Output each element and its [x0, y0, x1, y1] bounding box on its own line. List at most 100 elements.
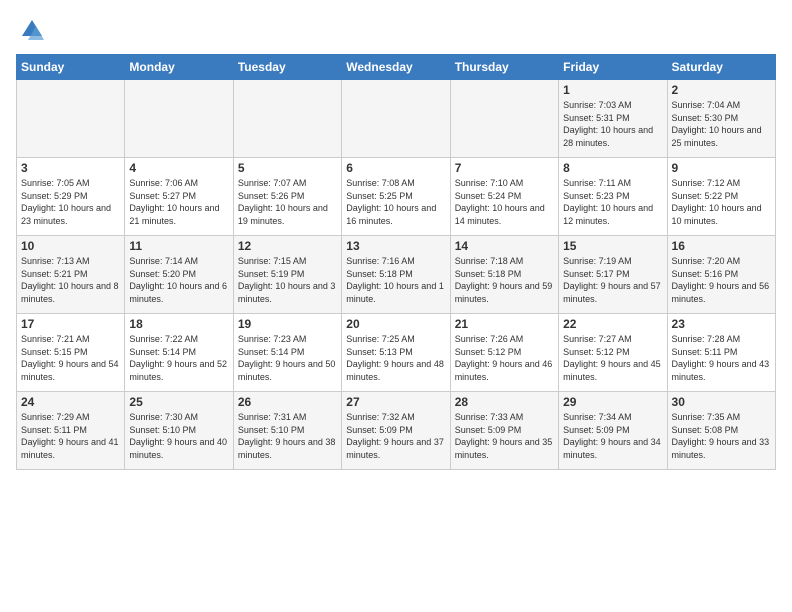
day-info: Sunrise: 7:35 AM Sunset: 5:08 PM Dayligh… [672, 411, 771, 461]
day-info: Sunrise: 7:25 AM Sunset: 5:13 PM Dayligh… [346, 333, 445, 383]
week-row-3: 17 Sunrise: 7:21 AM Sunset: 5:15 PM Dayli… [17, 314, 776, 392]
day-cell: 10 Sunrise: 7:13 AM Sunset: 5:21 PM Dayli… [17, 236, 125, 314]
day-number: 15 [563, 239, 662, 253]
day-cell: 21 Sunrise: 7:26 AM Sunset: 5:12 PM Dayli… [450, 314, 558, 392]
day-info: Sunrise: 7:27 AM Sunset: 5:12 PM Dayligh… [563, 333, 662, 383]
day-number: 11 [129, 239, 228, 253]
day-info: Sunrise: 7:34 AM Sunset: 5:09 PM Dayligh… [563, 411, 662, 461]
day-info: Sunrise: 7:32 AM Sunset: 5:09 PM Dayligh… [346, 411, 445, 461]
day-number: 21 [455, 317, 554, 331]
day-cell [17, 80, 125, 158]
day-info: Sunrise: 7:06 AM Sunset: 5:27 PM Dayligh… [129, 177, 228, 227]
day-number: 12 [238, 239, 337, 253]
header [16, 16, 776, 44]
week-row-4: 24 Sunrise: 7:29 AM Sunset: 5:11 PM Dayli… [17, 392, 776, 470]
day-info: Sunrise: 7:18 AM Sunset: 5:18 PM Dayligh… [455, 255, 554, 305]
day-cell [125, 80, 233, 158]
week-row-0: 1 Sunrise: 7:03 AM Sunset: 5:31 PM Daylig… [17, 80, 776, 158]
day-info: Sunrise: 7:08 AM Sunset: 5:25 PM Dayligh… [346, 177, 445, 227]
day-number: 20 [346, 317, 445, 331]
day-number: 25 [129, 395, 228, 409]
header-friday: Friday [559, 55, 667, 80]
day-cell: 16 Sunrise: 7:20 AM Sunset: 5:16 PM Dayli… [667, 236, 775, 314]
day-cell: 23 Sunrise: 7:28 AM Sunset: 5:11 PM Dayli… [667, 314, 775, 392]
day-number: 26 [238, 395, 337, 409]
day-cell: 29 Sunrise: 7:34 AM Sunset: 5:09 PM Dayli… [559, 392, 667, 470]
day-number: 14 [455, 239, 554, 253]
day-cell: 9 Sunrise: 7:12 AM Sunset: 5:22 PM Daylig… [667, 158, 775, 236]
week-row-1: 3 Sunrise: 7:05 AM Sunset: 5:29 PM Daylig… [17, 158, 776, 236]
day-cell: 5 Sunrise: 7:07 AM Sunset: 5:26 PM Daylig… [233, 158, 341, 236]
day-info: Sunrise: 7:16 AM Sunset: 5:18 PM Dayligh… [346, 255, 445, 305]
day-info: Sunrise: 7:28 AM Sunset: 5:11 PM Dayligh… [672, 333, 771, 383]
day-cell: 25 Sunrise: 7:30 AM Sunset: 5:10 PM Dayli… [125, 392, 233, 470]
day-number: 4 [129, 161, 228, 175]
day-info: Sunrise: 7:10 AM Sunset: 5:24 PM Dayligh… [455, 177, 554, 227]
day-info: Sunrise: 7:20 AM Sunset: 5:16 PM Dayligh… [672, 255, 771, 305]
header-tuesday: Tuesday [233, 55, 341, 80]
day-info: Sunrise: 7:30 AM Sunset: 5:10 PM Dayligh… [129, 411, 228, 461]
day-cell: 7 Sunrise: 7:10 AM Sunset: 5:24 PM Daylig… [450, 158, 558, 236]
day-info: Sunrise: 7:14 AM Sunset: 5:20 PM Dayligh… [129, 255, 228, 305]
day-number: 18 [129, 317, 228, 331]
day-cell: 1 Sunrise: 7:03 AM Sunset: 5:31 PM Daylig… [559, 80, 667, 158]
day-info: Sunrise: 7:31 AM Sunset: 5:10 PM Dayligh… [238, 411, 337, 461]
day-cell: 8 Sunrise: 7:11 AM Sunset: 5:23 PM Daylig… [559, 158, 667, 236]
day-cell [450, 80, 558, 158]
day-cell: 12Sunrise: 7:15 AM Sunset: 5:19 PM Dayli… [233, 236, 341, 314]
day-number: 3 [21, 161, 120, 175]
day-info: Sunrise: 7:26 AM Sunset: 5:12 PM Dayligh… [455, 333, 554, 383]
day-cell: 22 Sunrise: 7:27 AM Sunset: 5:12 PM Dayli… [559, 314, 667, 392]
day-info: Sunrise: 7:05 AM Sunset: 5:29 PM Dayligh… [21, 177, 120, 227]
week-row-2: 10 Sunrise: 7:13 AM Sunset: 5:21 PM Dayli… [17, 236, 776, 314]
header-thursday: Thursday [450, 55, 558, 80]
day-info: Sunrise: 7:21 AM Sunset: 5:15 PM Dayligh… [21, 333, 120, 383]
day-cell: 19Sunrise: 7:23 AM Sunset: 5:14 PM Dayli… [233, 314, 341, 392]
logo-icon [16, 16, 44, 44]
day-info: Sunrise: 7:33 AM Sunset: 5:09 PM Dayligh… [455, 411, 554, 461]
calendar-table: SundayMondayTuesdayWednesdayThursdayFrid… [16, 54, 776, 470]
day-number: 7 [455, 161, 554, 175]
day-cell: 15 Sunrise: 7:19 AM Sunset: 5:17 PM Dayli… [559, 236, 667, 314]
day-number: 13 [346, 239, 445, 253]
day-number: 19 [238, 317, 337, 331]
day-number: 30 [672, 395, 771, 409]
day-info: Sunrise: 7:11 AM Sunset: 5:23 PM Dayligh… [563, 177, 662, 227]
day-number: 23 [672, 317, 771, 331]
header-sunday: Sunday [17, 55, 125, 80]
day-info: Sunrise: 7:03 AM Sunset: 5:31 PM Dayligh… [563, 99, 662, 149]
day-cell: 6 Sunrise: 7:08 AM Sunset: 5:25 PM Daylig… [342, 158, 450, 236]
day-number: 16 [672, 239, 771, 253]
day-number: 10 [21, 239, 120, 253]
day-number: 2 [672, 83, 771, 97]
day-cell: 11 Sunrise: 7:14 AM Sunset: 5:20 PM Dayli… [125, 236, 233, 314]
day-number: 27 [346, 395, 445, 409]
day-cell: 27 Sunrise: 7:32 AM Sunset: 5:09 PM Dayli… [342, 392, 450, 470]
day-cell [233, 80, 341, 158]
day-number: 8 [563, 161, 662, 175]
day-number: 29 [563, 395, 662, 409]
header-saturday: Saturday [667, 55, 775, 80]
day-info: Sunrise: 7:22 AM Sunset: 5:14 PM Dayligh… [129, 333, 228, 383]
day-cell: 26 Sunrise: 7:31 AM Sunset: 5:10 PM Dayli… [233, 392, 341, 470]
day-cell: 28Sunrise: 7:33 AM Sunset: 5:09 PM Dayli… [450, 392, 558, 470]
day-number: 22 [563, 317, 662, 331]
day-info: Sunrise: 7:29 AM Sunset: 5:11 PM Dayligh… [21, 411, 120, 461]
day-cell: 18 Sunrise: 7:22 AM Sunset: 5:14 PM Dayli… [125, 314, 233, 392]
day-info: Sunrise: 7:12 AM Sunset: 5:22 PM Dayligh… [672, 177, 771, 227]
day-number: 9 [672, 161, 771, 175]
day-info: Sunrise: 7:19 AM Sunset: 5:17 PM Dayligh… [563, 255, 662, 305]
day-info: Sunrise: 7:13 AM Sunset: 5:21 PM Dayligh… [21, 255, 120, 305]
day-info: Sunrise: 7:04 AM Sunset: 5:30 PM Dayligh… [672, 99, 771, 149]
day-info: Sunrise: 7:07 AM Sunset: 5:26 PM Dayligh… [238, 177, 337, 227]
day-cell: 13 Sunrise: 7:16 AM Sunset: 5:18 PM Dayli… [342, 236, 450, 314]
day-number: 6 [346, 161, 445, 175]
day-number: 24 [21, 395, 120, 409]
day-number: 5 [238, 161, 337, 175]
header-row: SundayMondayTuesdayWednesdayThursdayFrid… [17, 55, 776, 80]
day-number: 1 [563, 83, 662, 97]
day-cell: 14 Sunrise: 7:18 AM Sunset: 5:18 PM Dayli… [450, 236, 558, 314]
day-cell: 3 Sunrise: 7:05 AM Sunset: 5:29 PM Daylig… [17, 158, 125, 236]
logo [16, 16, 48, 44]
day-number: 17 [21, 317, 120, 331]
